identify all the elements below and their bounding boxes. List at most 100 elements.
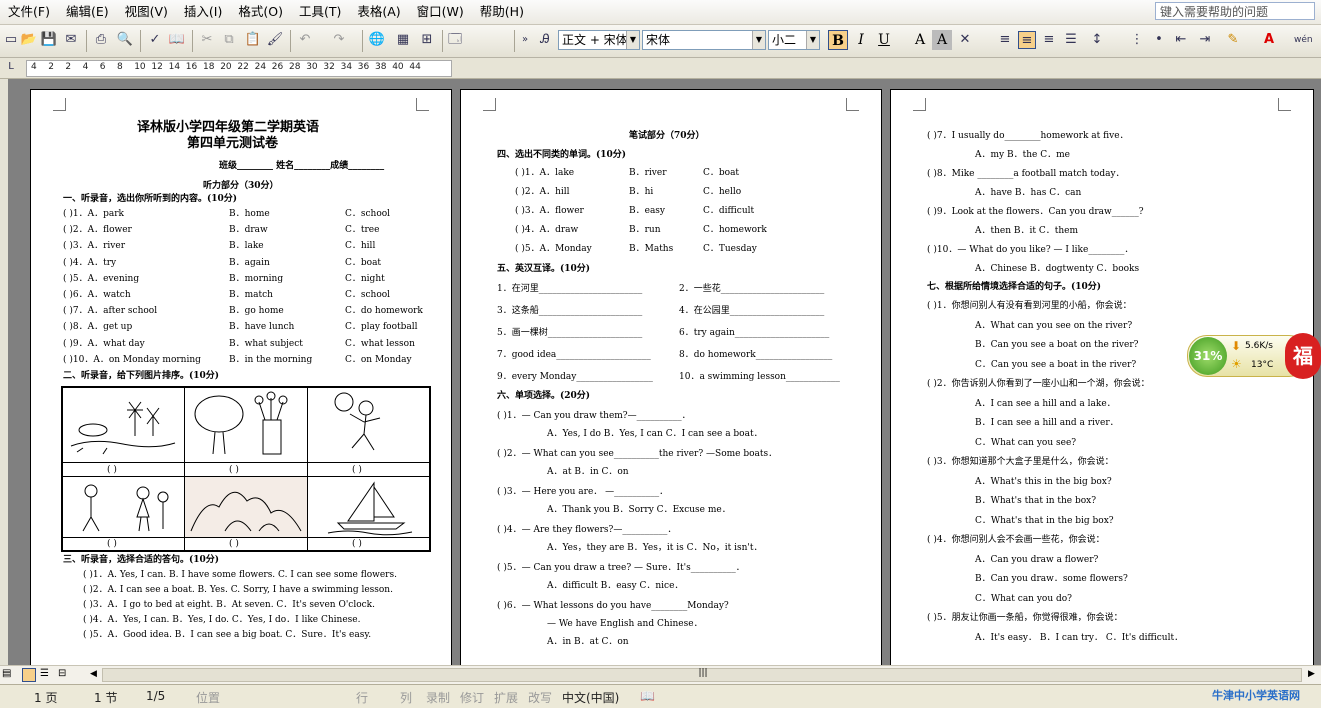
- menu-item-5[interactable]: 工具(T): [291, 0, 349, 24]
- tab-selector-icon[interactable]: L: [2, 58, 20, 76]
- new-document-icon[interactable]: ▭: [2, 31, 20, 49]
- document-workspace[interactable]: 译林版小学四年级第二学期英语 第四单元测试卷 班级________ 姓名____…: [8, 79, 1321, 665]
- copy-icon[interactable]: ⧉: [220, 31, 238, 49]
- question-row: ( )5．— Can you draw a tree? — Sure．It's_…: [497, 563, 745, 573]
- menu-item-8[interactable]: 帮助(H): [472, 0, 532, 24]
- translation-item: 4．在公园里_____________________: [679, 306, 825, 316]
- print-preview-icon[interactable]: 🔍: [116, 31, 134, 49]
- toolbar-options-icon[interactable]: »: [516, 31, 534, 49]
- option-b: B．match: [229, 290, 273, 300]
- italic-button[interactable]: I: [851, 30, 871, 50]
- format-painter-icon[interactable]: 🖌: [266, 31, 284, 49]
- justify-icon[interactable]: ☰: [1062, 31, 1080, 49]
- chevron-down-icon[interactable]: ▼: [626, 31, 639, 49]
- numbering-icon[interactable]: ⋮: [1128, 31, 1146, 49]
- open-folder-icon[interactable]: 📂: [20, 31, 38, 49]
- horizontal-ruler[interactable]: 4 2 2 4 6 8 10 12 14 16 18 20 22 24 26 28 30 32 34 36 38 40 44: [26, 60, 452, 77]
- cut-icon[interactable]: ✂: [198, 31, 216, 49]
- memory-usage-badge: 31%: [1189, 337, 1227, 375]
- underline-button[interactable]: U: [874, 30, 894, 50]
- align-center-icon[interactable]: ≡: [1018, 31, 1036, 49]
- menu-item-1[interactable]: 编辑(E): [58, 0, 117, 24]
- hyperlink-icon[interactable]: 🌐: [368, 31, 386, 49]
- line-spacing-icon[interactable]: ↕: [1088, 31, 1106, 49]
- download-speed: 5.6K/s: [1245, 341, 1273, 351]
- answer-cell-1[interactable]: ( ): [62, 462, 185, 477]
- menu-bar: 文件(F) 编辑(E) 视图(V) 插入(I) 格式(O) 工具(T) 表格(A) 窗口(W)…: [0, 0, 1321, 25]
- translation-item: 3．这条船_______________________: [497, 306, 643, 316]
- phonetic-guide-icon[interactable]: wén: [1294, 31, 1313, 49]
- char-scale-icon[interactable]: ✕: [956, 31, 974, 49]
- status-overtype[interactable]: 改写: [528, 689, 552, 706]
- insert-table-icon[interactable]: ⊞: [418, 31, 436, 49]
- menu-item-7[interactable]: 窗口(W): [409, 0, 472, 24]
- font-select[interactable]: 宋体 ▼: [642, 30, 766, 50]
- increase-indent-icon[interactable]: ⇥: [1196, 31, 1214, 49]
- scroll-thumb[interactable]: |||: [690, 668, 716, 682]
- question-row: ( )5．A．Good idea. B．I can see a big boat…: [83, 630, 372, 640]
- permission-icon[interactable]: ✉: [62, 31, 80, 49]
- spelling-icon[interactable]: ✓: [146, 31, 164, 49]
- status-record[interactable]: 录制: [426, 689, 450, 706]
- chevron-down-icon[interactable]: ▼: [752, 31, 765, 49]
- document-map-icon[interactable]: 🗔: [446, 31, 464, 49]
- horizontal-scrollbar[interactable]: ▤ ☰ ⊟ ◀ ||| ▶: [0, 665, 1321, 685]
- char-shading-button[interactable]: A: [932, 30, 952, 50]
- print-layout-icon[interactable]: ☰: [40, 668, 49, 679]
- option-b: B．river: [629, 168, 667, 178]
- reading-layout-icon[interactable]: ⊟: [58, 668, 66, 679]
- menu-item-4[interactable]: 格式(O): [230, 0, 291, 24]
- status-extend[interactable]: 扩展: [494, 689, 518, 706]
- web-layout-icon[interactable]: [22, 668, 36, 682]
- align-left-icon[interactable]: ≡: [996, 31, 1014, 49]
- bullets-icon[interactable]: •: [1150, 31, 1168, 49]
- undo-icon[interactable]: ↶: [296, 31, 314, 49]
- bold-button[interactable]: B: [828, 30, 848, 50]
- network-speed-widget[interactable]: 31% ⬇ 5.6K/s ☀ 13°C 福: [1187, 333, 1321, 379]
- question-row: ( )5．A．evening: [63, 273, 140, 284]
- scroll-left-icon[interactable]: ◀: [90, 669, 97, 679]
- status-track-changes[interactable]: 修订: [460, 689, 484, 706]
- print-icon[interactable]: ⎙: [92, 31, 110, 49]
- question-options: A．difficult B．easy C．nice．: [547, 581, 684, 591]
- answer-cell-2[interactable]: ( ): [184, 462, 308, 477]
- option-c: C．boat: [345, 257, 382, 268]
- translation-item: 8．do homework_________________: [679, 350, 833, 360]
- redo-icon[interactable]: ↷: [330, 31, 348, 49]
- menu-item-0[interactable]: 文件(F): [0, 0, 58, 24]
- save-icon[interactable]: 💾: [40, 31, 58, 49]
- chevron-down-icon[interactable]: ▼: [806, 31, 819, 49]
- spelling-status-icon[interactable]: 📖: [640, 689, 655, 703]
- scroll-right-icon[interactable]: ▶: [1308, 669, 1315, 679]
- answer-cell-4[interactable]: ( ): [62, 537, 185, 551]
- answer-option: A．What can you see on the river?: [975, 320, 1133, 331]
- option-b: B．again: [229, 257, 270, 268]
- style-select[interactable]: 正文 + 宋体 ▼: [558, 30, 640, 50]
- question-row: ( )10．A．on Monday morning: [63, 354, 201, 365]
- font-color-icon[interactable]: A: [1260, 31, 1278, 49]
- answer-cell-3[interactable]: ( ): [307, 462, 430, 477]
- decrease-indent-icon[interactable]: ⇤: [1172, 31, 1190, 49]
- normal-view-icon[interactable]: ▤: [2, 668, 16, 682]
- ruler-tick: 8: [117, 62, 123, 72]
- answer-option: B．Can you draw．some flowers?: [975, 574, 1128, 584]
- answer-cell-6[interactable]: ( ): [307, 537, 430, 551]
- paste-icon[interactable]: 📋: [244, 31, 262, 49]
- char-border-button[interactable]: A: [910, 30, 930, 50]
- toolbar: ▭ 📂 💾 ✉ ⎙ 🔍 ✓ 📖 ✂ ⧉ 📋 🖌 ↶ ↷ 🌐 ▦ ⊞ 🗔 » Ꭿ …: [0, 25, 1321, 58]
- menu-item-3[interactable]: 插入(I): [176, 0, 230, 24]
- help-search-input[interactable]: 键入需要帮助的问题: [1155, 2, 1315, 20]
- styles-icon[interactable]: Ꭿ: [536, 31, 554, 49]
- research-icon[interactable]: 📖: [168, 31, 186, 49]
- answer-cell-5[interactable]: ( ): [184, 537, 308, 551]
- align-right-icon[interactable]: ≡: [1040, 31, 1058, 49]
- answer-option: C．Can you see a boat in the river?: [975, 359, 1137, 370]
- menu-item-6[interactable]: 表格(A): [349, 0, 408, 24]
- tables-borders-icon[interactable]: ▦: [394, 31, 412, 49]
- highlight-icon[interactable]: ✎: [1224, 31, 1242, 49]
- question-row: ( )8．A．get up: [63, 322, 133, 333]
- font-size-select[interactable]: 小二 ▼: [768, 30, 820, 50]
- menu-item-2[interactable]: 视图(V): [117, 0, 176, 24]
- listening-section-title: 听力部分（30分）: [203, 181, 279, 191]
- ruler-tick: 32: [323, 62, 335, 72]
